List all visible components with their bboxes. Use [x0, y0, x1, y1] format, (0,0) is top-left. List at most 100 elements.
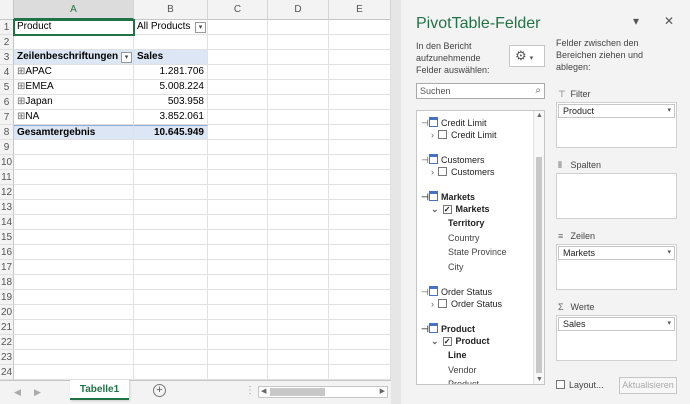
update-button[interactable]: Aktualisieren [619, 377, 677, 394]
empty-cell[interactable] [208, 290, 268, 305]
empty-cell[interactable] [208, 125, 268, 140]
empty-cell[interactable] [268, 260, 329, 275]
empty-cell[interactable] [134, 245, 208, 260]
empty-cell[interactable] [134, 215, 208, 230]
horizontal-scroll-thumb[interactable] [270, 388, 325, 396]
empty-cell[interactable] [208, 20, 268, 35]
empty-cell[interactable] [208, 95, 268, 110]
empty-cell[interactable] [208, 185, 268, 200]
row-header[interactable]: 8 [0, 125, 14, 140]
checkbox-icon[interactable]: ✓ [442, 337, 452, 346]
empty-cell[interactable] [208, 215, 268, 230]
empty-cell[interactable] [268, 35, 329, 50]
expand-icon[interactable]: › [431, 167, 434, 177]
select-all-corner[interactable] [0, 0, 14, 20]
add-sheet-icon[interactable]: + [153, 384, 166, 397]
empty-cell[interactable] [134, 305, 208, 320]
scroll-right-icon[interactable]: ▶ [380, 387, 385, 397]
empty-cell[interactable] [268, 275, 329, 290]
row-header[interactable]: 4 [0, 65, 14, 80]
empty-cell[interactable] [268, 110, 329, 125]
split-handle-icon[interactable]: ⋮ [245, 385, 255, 396]
column-header-e[interactable]: E [329, 0, 391, 20]
hierarchy-level[interactable]: City [448, 261, 464, 274]
empty-cell[interactable] [329, 350, 391, 365]
empty-cell[interactable] [14, 335, 134, 350]
row-header[interactable]: 12 [0, 185, 14, 200]
values-area[interactable]: Sales ▾ [556, 315, 677, 361]
row-labels-dropdown-button[interactable]: ▾ [121, 52, 132, 63]
row-header[interactable]: 17 [0, 260, 14, 275]
empty-cell[interactable] [134, 275, 208, 290]
empty-cell[interactable] [268, 215, 329, 230]
column-header-a[interactable]: A [14, 0, 134, 20]
row-header[interactable]: 6 [0, 95, 14, 110]
empty-cell[interactable] [208, 170, 268, 185]
empty-cell[interactable] [329, 215, 391, 230]
field-layout-settings-button[interactable]: ⚙ ▾ [509, 45, 545, 67]
empty-cell[interactable] [329, 140, 391, 155]
row-header[interactable]: 1 [0, 20, 14, 35]
empty-cell[interactable] [208, 365, 268, 380]
empty-cell[interactable] [14, 245, 134, 260]
empty-cell[interactable] [14, 35, 134, 50]
empty-cell[interactable] [329, 65, 391, 80]
column-header-d[interactable]: D [268, 0, 329, 20]
empty-cell[interactable] [14, 185, 134, 200]
empty-cell[interactable] [208, 305, 268, 320]
scroll-down-icon[interactable]: ▼ [536, 376, 543, 383]
empty-cell[interactable] [14, 155, 134, 170]
empty-cell[interactable] [268, 170, 329, 185]
scroll-tabs-right-icon[interactable]: ▶ [34, 387, 41, 398]
grand-total-label[interactable]: Gesamtergebnis [14, 125, 134, 140]
hierarchy-level[interactable]: Vendor [448, 364, 477, 377]
empty-cell[interactable] [134, 140, 208, 155]
row-header[interactable]: 21 [0, 320, 14, 335]
pane-options-dropdown-icon[interactable]: ▾ [633, 14, 639, 28]
row-label-apac[interactable]: ⊞APAC [14, 65, 134, 80]
spreadsheet-grid[interactable]: A B C D E 1 2 3 4 5 6 7 8 9 10 11 12 13 14 15 16 17 18 19 2… [0, 0, 391, 384]
value-emea[interactable]: 5.008.224 [134, 80, 208, 95]
empty-cell[interactable] [268, 230, 329, 245]
empty-cell[interactable] [329, 230, 391, 245]
collapse-icon[interactable]: ⊣ [421, 286, 429, 299]
field-checkbox-item[interactable]: › Customers [431, 166, 495, 179]
checkbox-icon[interactable] [438, 299, 447, 308]
empty-cell[interactable] [329, 335, 391, 350]
empty-cell[interactable] [268, 155, 329, 170]
row-header[interactable]: 2 [0, 35, 14, 50]
empty-cell[interactable] [268, 365, 329, 380]
empty-cell[interactable] [134, 35, 208, 50]
empty-cell[interactable] [14, 230, 134, 245]
expand-icon[interactable]: ⌄ [431, 204, 439, 214]
columns-area[interactable] [556, 173, 677, 219]
empty-cell[interactable] [329, 260, 391, 275]
row-header[interactable]: 5 [0, 80, 14, 95]
collapse-icon[interactable]: ⊣ [421, 191, 429, 204]
field-list-scrollbar[interactable]: ▲ ▼ [533, 111, 544, 384]
empty-cell[interactable] [134, 155, 208, 170]
empty-cell[interactable] [329, 170, 391, 185]
expand-icon[interactable]: › [431, 130, 434, 140]
row-label-na[interactable]: ⊞NA [14, 110, 134, 125]
checkbox-icon[interactable] [438, 130, 447, 139]
empty-cell[interactable] [329, 365, 391, 380]
empty-cell[interactable] [134, 335, 208, 350]
empty-cell[interactable] [14, 290, 134, 305]
row-header[interactable]: 19 [0, 290, 14, 305]
grand-total-value[interactable]: 10.645.949 [134, 125, 208, 140]
field-checkbox-item[interactable]: ⌄ ✓ Product [431, 335, 490, 348]
column-header-c[interactable]: C [208, 0, 268, 20]
empty-cell[interactable] [208, 65, 268, 80]
empty-cell[interactable] [268, 320, 329, 335]
row-header[interactable]: 14 [0, 215, 14, 230]
hierarchy-level[interactable]: State Province [448, 246, 507, 259]
empty-cell[interactable] [208, 335, 268, 350]
defer-layout-update-checkbox[interactable]: Layout... [556, 380, 604, 390]
empty-cell[interactable] [208, 140, 268, 155]
row-header[interactable]: 20 [0, 305, 14, 320]
empty-cell[interactable] [329, 245, 391, 260]
scroll-left-icon[interactable]: ◀ [261, 387, 266, 397]
empty-cell[interactable] [268, 185, 329, 200]
close-icon[interactable]: ✕ [664, 14, 674, 28]
